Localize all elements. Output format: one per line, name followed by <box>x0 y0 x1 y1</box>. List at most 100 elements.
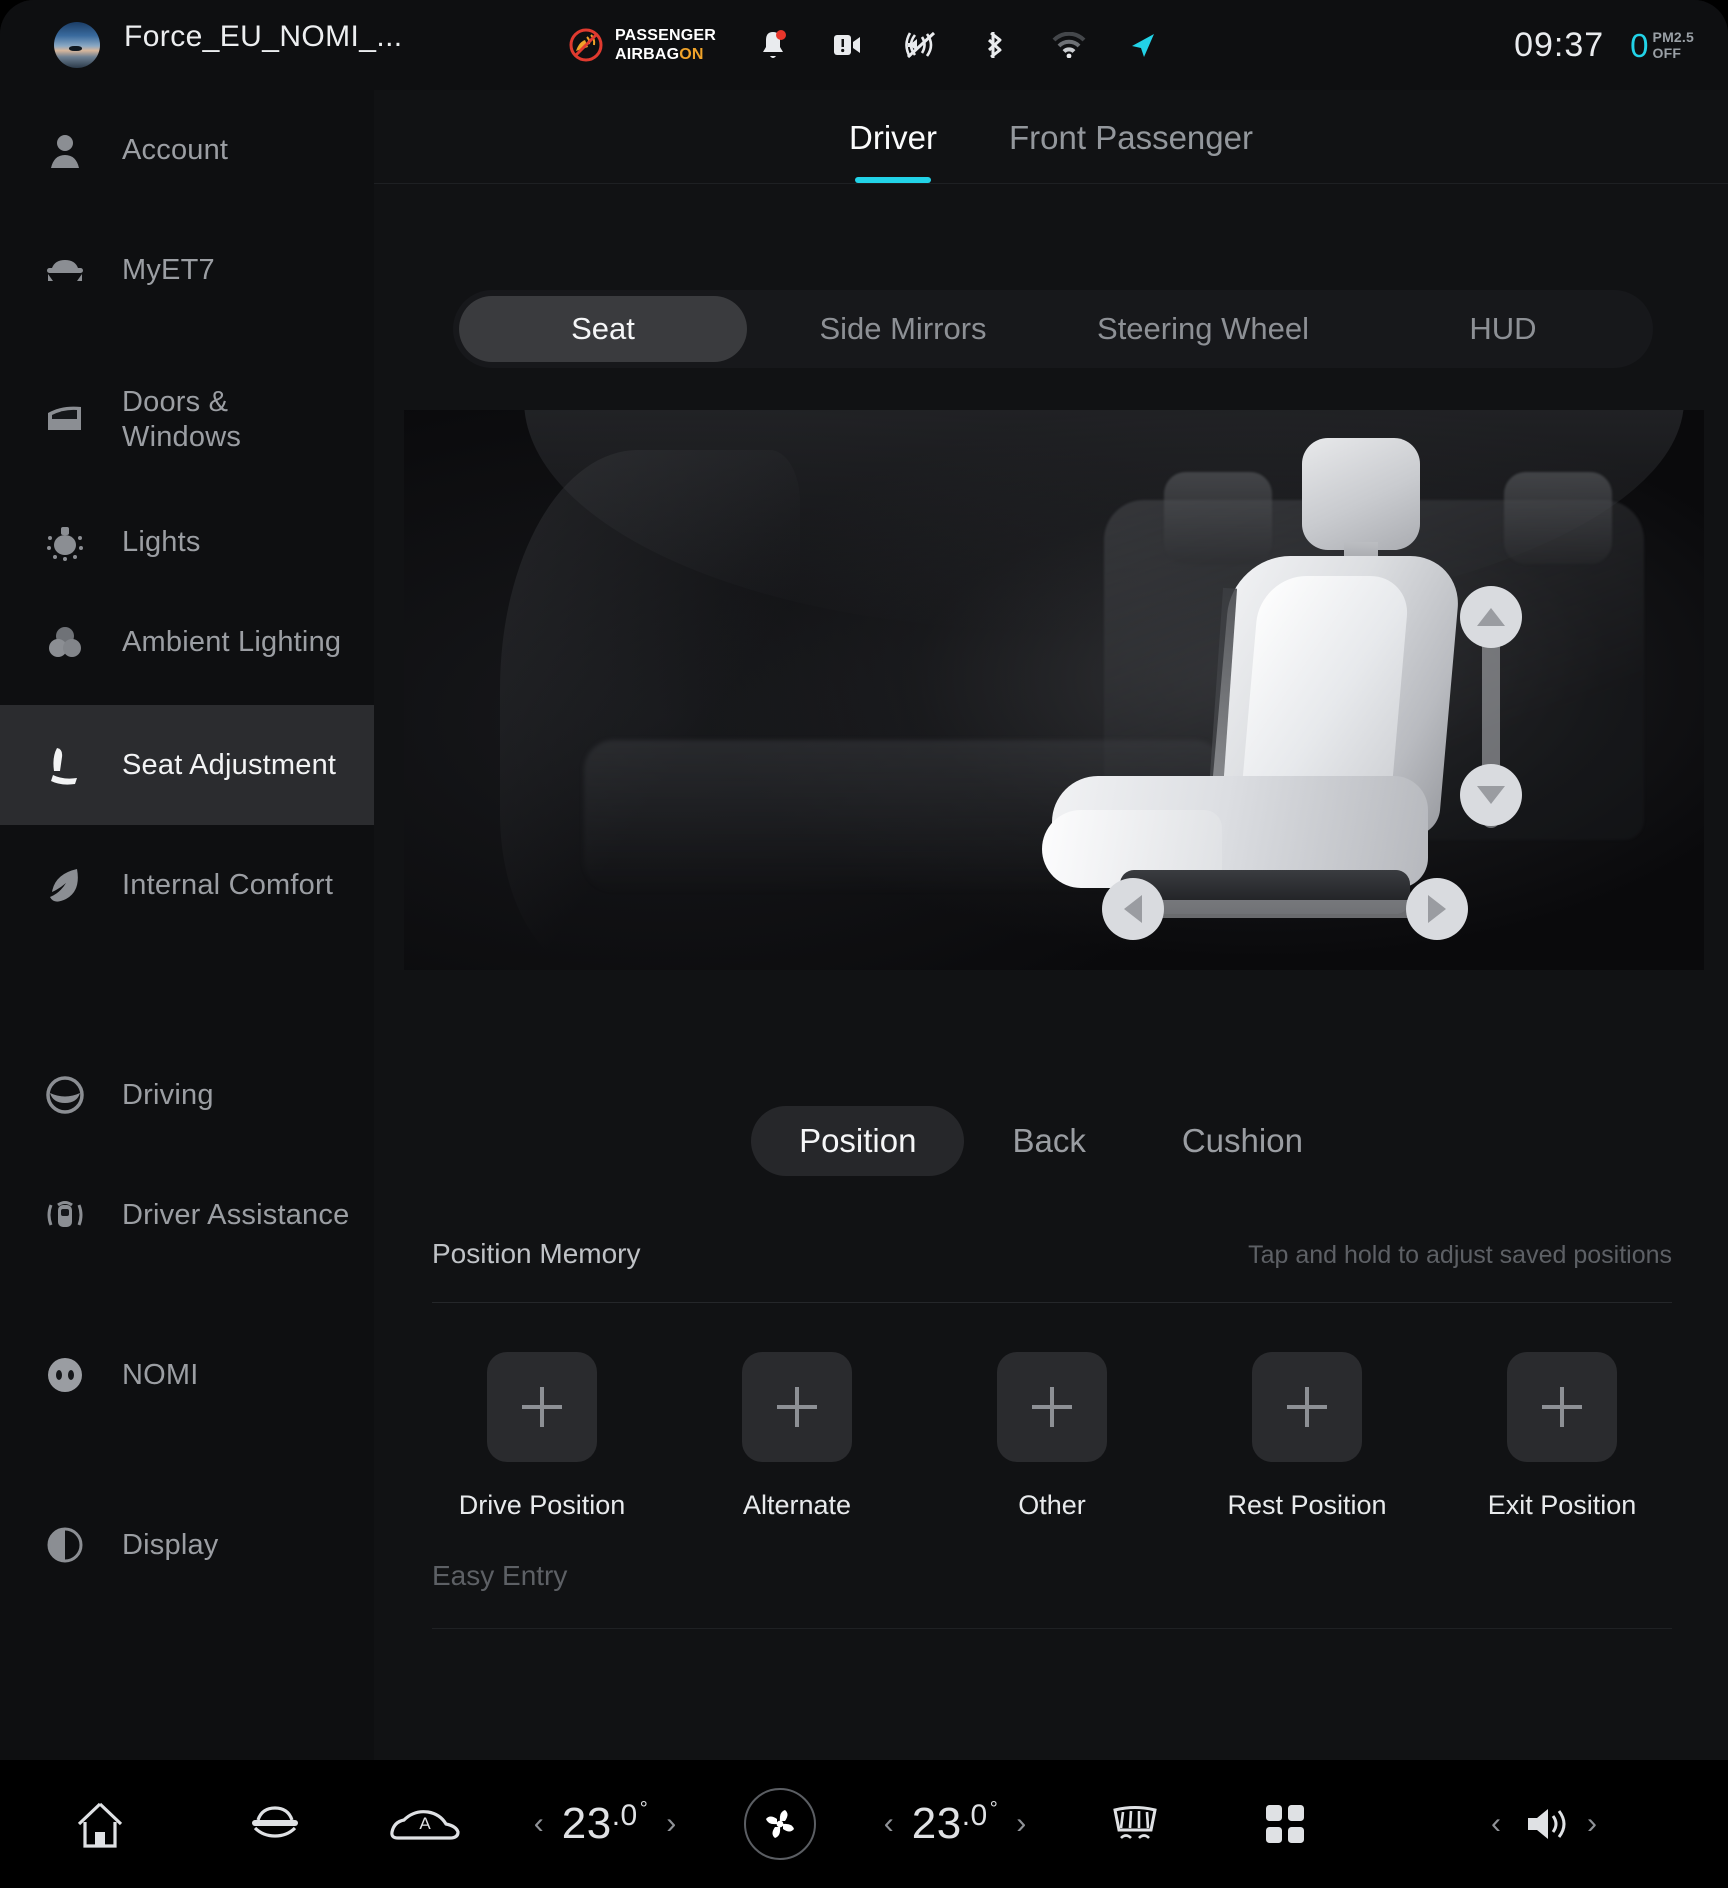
sidebar-item-display[interactable]: Display <box>0 1485 374 1605</box>
preset-tile[interactable] <box>487 1352 597 1462</box>
preset-label: Drive Position <box>458 1490 626 1520</box>
tab-driver-label: Driver <box>849 119 938 156</box>
position-memory-title: Position Memory <box>432 1238 641 1269</box>
preset-alternate[interactable]: Alternate <box>687 1352 907 1572</box>
position-memory-presets: Drive Position Alternate Other Rest Posi… <box>432 1352 1672 1572</box>
chevron-left-icon[interactable]: ‹ <box>884 1807 894 1841</box>
svg-text:A: A <box>419 1814 431 1833</box>
sidebar-item-nomi[interactable]: NOMI <box>0 1315 374 1435</box>
bluetooth-icon[interactable] <box>978 28 1012 62</box>
sidebar-item-label: Driving <box>122 1078 214 1111</box>
category-tabs: Seat Side Mirrors Steering Wheel HUD <box>453 290 1653 368</box>
tab-back[interactable]: Back <box>964 1106 1133 1176</box>
status-bar: Force_EU_NOMI_... PASSENGER AIRBAGON 09:… <box>0 0 1728 90</box>
sound-muted-icon[interactable] <box>904 28 938 62</box>
chevron-left-icon[interactable]: ‹ <box>1491 1807 1501 1841</box>
seat-illustration <box>404 410 1704 970</box>
apps-grid-icon <box>1266 1805 1304 1843</box>
passenger-temperature-value[interactable]: 23.0 ° <box>912 1799 998 1849</box>
avatar[interactable] <box>54 22 100 68</box>
sidebar-item-label: NOMI <box>122 1358 199 1391</box>
preset-tile[interactable] <box>1507 1352 1617 1462</box>
sidebar-item-ambient-lighting[interactable]: Ambient Lighting <box>0 582 374 702</box>
dock-defrost-button[interactable] <box>1060 1802 1210 1846</box>
tab-position[interactable]: Position <box>751 1106 965 1176</box>
dock-fan-button[interactable] <box>710 1788 850 1860</box>
seat-headrest <box>1302 438 1420 550</box>
arrow-left-icon <box>1124 895 1142 923</box>
pm25-indicator[interactable]: 0 PM2.5 OFF <box>1630 29 1694 62</box>
notification-bell-icon[interactable] <box>756 28 790 62</box>
sidebar-item-label: Account <box>122 133 229 166</box>
navigation-arrow-icon[interactable] <box>1126 28 1160 62</box>
sidebar-item-internal-comfort[interactable]: Internal Comfort <box>0 825 374 945</box>
wifi-icon[interactable] <box>1052 28 1086 62</box>
seat-down-button[interactable] <box>1460 764 1522 826</box>
tab-cushion[interactable]: Cushion <box>1134 1106 1351 1176</box>
plus-icon <box>1542 1387 1582 1427</box>
tab-steering-wheel[interactable]: Steering Wheel <box>1059 296 1347 362</box>
sidebar-item-label: MyET7 <box>122 253 215 286</box>
degree-symbol: ° <box>989 1798 999 1820</box>
tab-hud[interactable]: HUD <box>1359 296 1647 362</box>
chevron-right-icon[interactable]: › <box>1587 1807 1597 1841</box>
dock-home-button[interactable] <box>0 1798 200 1850</box>
preset-drive-position[interactable]: Drive Position <box>432 1352 652 1572</box>
display-contrast-icon <box>44 1524 86 1566</box>
sidebar-item-account[interactable]: Account <box>0 90 374 210</box>
chevron-right-icon[interactable]: › <box>1016 1807 1026 1841</box>
dock-car-button[interactable] <box>200 1802 350 1846</box>
clock: 09:37 <box>1514 25 1605 64</box>
sidebar-item-label: Lights <box>122 525 201 558</box>
sidebar-item-label: Doors & Windows <box>122 386 242 453</box>
dock-auto-car-button[interactable]: A <box>350 1802 500 1846</box>
sidebar-item-label: Internal Comfort <box>122 868 334 901</box>
plus-icon <box>1032 1387 1072 1427</box>
sidebar-item-myet7[interactable]: MyET7 <box>0 210 374 330</box>
seat-forward-button[interactable] <box>1406 878 1468 940</box>
driver-temperature-value[interactable]: 23.0 ° <box>562 1799 648 1849</box>
sidebar-item-driver-assistance[interactable]: Driver Assistance <box>0 1155 374 1275</box>
status-bar-right: 09:37 0 PM2.5 OFF <box>1514 0 1694 90</box>
plus-icon <box>777 1387 817 1427</box>
rear-defrost-icon <box>1113 1806 1157 1839</box>
ambient-lighting-circles-icon <box>44 621 86 663</box>
dock-apps-button[interactable] <box>1210 1802 1360 1846</box>
window-title: Force_EU_NOMI_... <box>124 20 403 53</box>
tab-driver[interactable]: Driver <box>813 119 973 183</box>
section-divider <box>432 1628 1672 1629</box>
passenger-temperature-control: ‹ 23.0 ° › <box>850 1799 1060 1849</box>
plus-icon <box>522 1387 562 1427</box>
driver-assistance-icon <box>44 1194 86 1236</box>
tab-side-mirrors[interactable]: Side Mirrors <box>759 296 1047 362</box>
fan-icon <box>766 1810 794 1838</box>
driver-seat-model <box>1024 438 1464 918</box>
degree-symbol: ° <box>639 1798 649 1820</box>
temp-integer: 23 <box>561 1799 612 1848</box>
rear-headrest <box>1504 472 1612 564</box>
preset-tile[interactable] <box>997 1352 1107 1462</box>
occupant-tabs: Driver Front Passenger <box>374 90 1728 186</box>
volume-button[interactable] <box>1519 1802 1569 1846</box>
dashcam-warning-icon[interactable] <box>830 28 864 62</box>
sidebar-item-driving[interactable]: Driving <box>0 1035 374 1155</box>
sidebar-item-seat-adjustment[interactable]: Seat Adjustment <box>0 705 374 825</box>
chevron-right-icon[interactable]: › <box>666 1807 676 1841</box>
sidebar-item-doors-windows[interactable]: Doors & Windows <box>0 360 374 480</box>
preset-rest-position[interactable]: Rest Position <box>1197 1352 1417 1572</box>
nomi-face-icon <box>44 1354 86 1396</box>
seat-backward-button[interactable] <box>1102 878 1164 940</box>
chevron-left-icon[interactable]: ‹ <box>534 1807 544 1841</box>
tab-front-passenger[interactable]: Front Passenger <box>973 119 1289 157</box>
preset-exit-position[interactable]: Exit Position <box>1452 1352 1672 1572</box>
headlight-icon <box>44 521 86 563</box>
preset-tile[interactable] <box>742 1352 852 1462</box>
passenger-airbag-indicator: PASSENGER AIRBAGON <box>568 26 716 64</box>
preset-tile[interactable] <box>1252 1352 1362 1462</box>
arrow-right-icon <box>1428 895 1446 923</box>
preset-label: Rest Position <box>1227 1490 1387 1520</box>
tab-seat[interactable]: Seat <box>459 296 747 362</box>
preset-other[interactable]: Other <box>942 1352 1162 1572</box>
seat-up-button[interactable] <box>1460 586 1522 648</box>
car-door-window-icon <box>44 399 86 441</box>
